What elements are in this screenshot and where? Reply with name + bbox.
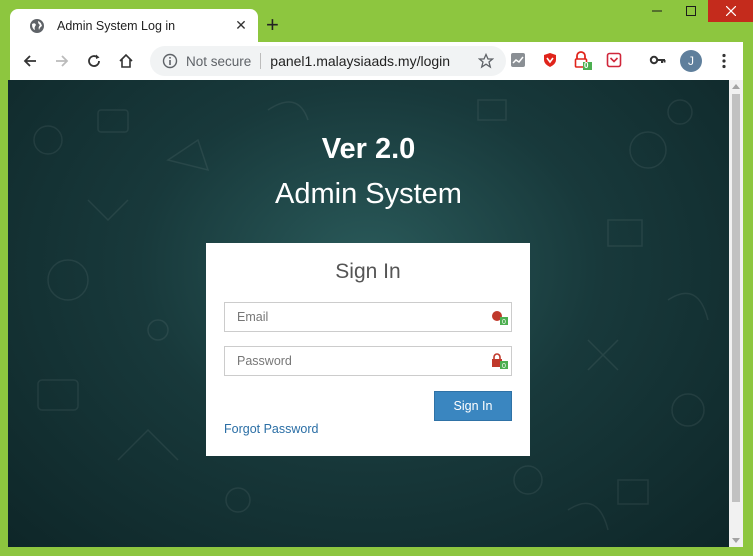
close-window-button[interactable] [708, 0, 753, 22]
extension-pocket[interactable] [604, 50, 624, 70]
page-viewport: Ver 2.0 Admin System Sign In 0 0 Sign In… [8, 80, 729, 547]
svg-text:0: 0 [502, 319, 506, 325]
window-controls [640, 0, 753, 26]
menu-button[interactable] [718, 50, 730, 72]
url-text[interactable]: panel1.malaysiaads.my/login [270, 53, 478, 69]
maximize-icon [686, 6, 696, 16]
password-manager-icon[interactable]: 0 [490, 353, 508, 369]
browser-tab[interactable]: Admin System Log in ✕ [10, 9, 258, 42]
browser-window: Admin System Log in ✕ + Not secure panel… [0, 0, 753, 556]
system-title: Admin System [275, 178, 462, 210]
minimize-icon [652, 10, 662, 12]
new-tab-button[interactable]: + [266, 14, 279, 36]
globe-icon [30, 18, 44, 33]
chart-extension-icon [511, 53, 525, 67]
info-icon [162, 53, 178, 69]
back-button[interactable] [14, 45, 46, 77]
login-card: Sign In 0 0 Sign In Forgot Password [206, 243, 530, 456]
close-tab-button[interactable]: ✕ [232, 17, 250, 34]
toolbar: Not secure panel1.malaysiaads.my/login 0… [10, 42, 743, 80]
tab-title: Admin System Log in [57, 18, 176, 33]
lock-icon [574, 51, 592, 70]
sign-in-button[interactable]: Sign In [434, 391, 512, 421]
back-arrow-icon [23, 55, 36, 67]
forward-arrow-icon [56, 55, 69, 67]
password-key-button[interactable] [648, 50, 668, 70]
pocket-icon [606, 52, 622, 68]
forward-button[interactable] [46, 45, 78, 77]
svg-text:0: 0 [502, 363, 506, 369]
profile-avatar[interactable]: J [680, 50, 702, 72]
email-input[interactable] [235, 303, 479, 331]
scrollbar-thumb[interactable] [732, 94, 740, 502]
reload-button[interactable] [78, 45, 110, 77]
extension-lock[interactable]: 0 [572, 50, 592, 70]
close-icon [725, 6, 736, 16]
home-button[interactable] [110, 45, 142, 77]
vertical-scrollbar[interactable] [729, 80, 743, 547]
extension-shield[interactable] [540, 50, 560, 70]
password-field[interactable]: 0 [224, 346, 512, 376]
key-icon [649, 55, 666, 65]
version-heading: Ver 2.0 [321, 133, 416, 165]
email-field[interactable]: 0 [224, 302, 512, 332]
home-icon [119, 53, 133, 68]
security-status[interactable]: Not secure [186, 54, 251, 69]
password-manager-icon[interactable]: 0 [490, 309, 508, 325]
more-vert-icon [722, 53, 726, 69]
shield-icon [544, 53, 556, 67]
omnibox-divider [260, 53, 262, 69]
address-bar[interactable]: Not secure panel1.malaysiaads.my/login [150, 46, 506, 76]
extension-badge: 0 [584, 61, 589, 70]
form-title: Sign In [335, 260, 401, 283]
maximize-button[interactable] [674, 0, 708, 22]
password-input[interactable] [235, 347, 479, 375]
minimize-button[interactable] [640, 0, 674, 22]
extension-chart[interactable] [508, 50, 528, 70]
forgot-password-link[interactable]: Forgot Password [224, 422, 318, 436]
scroll-down-arrow-icon[interactable] [732, 538, 740, 543]
scroll-up-arrow-icon[interactable] [732, 84, 740, 89]
bookmark-star-icon[interactable] [478, 53, 494, 69]
reload-icon [88, 54, 100, 67]
